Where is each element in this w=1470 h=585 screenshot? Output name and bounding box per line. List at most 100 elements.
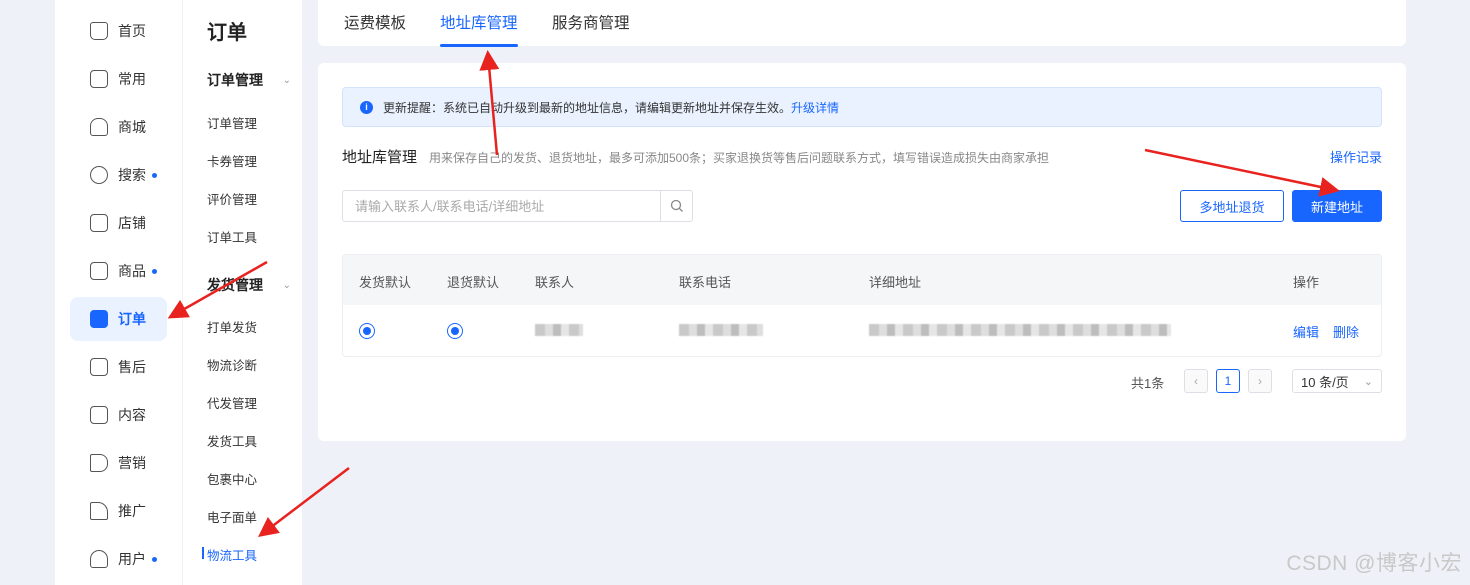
submenu-item[interactable]: 物流诊断 <box>207 355 257 374</box>
shop-icon <box>90 118 108 136</box>
nav-item-promotion[interactable]: 推广 <box>70 489 167 533</box>
watermark: CSDN @博客小宏 <box>1286 552 1462 575</box>
nav-item-label: 商品 <box>118 263 146 279</box>
next-page-button[interactable]: › <box>1248 369 1272 393</box>
upgrade-details-link[interactable]: 升级详情 <box>791 99 839 116</box>
search-button[interactable] <box>660 191 692 221</box>
submenu-group-shipping[interactable]: 发货管理 ⌄ <box>207 275 291 295</box>
main-nav: 首页 常用 商城 搜索 店铺 商品 订单 售后 内容 营销 推广 用户 <box>55 0 182 585</box>
nav-item-label: 店铺 <box>118 215 146 231</box>
nav-item-label: 内容 <box>118 407 146 423</box>
address-redacted <box>869 324 1171 336</box>
delete-link[interactable]: 删除 <box>1333 322 1359 341</box>
notice-text: 更新提醒：系统已自动升级到最新的地址信息，请编辑更新地址并保存生效。 <box>383 100 792 115</box>
address-search <box>342 190 693 222</box>
chevron-right-icon: › <box>1258 374 1262 388</box>
contact-redacted <box>535 324 583 336</box>
nav-item-home[interactable]: 首页 <box>70 9 167 53</box>
tab-bar: 运费模板 地址库管理 服务商管理 <box>318 0 1406 47</box>
order-icon <box>90 310 108 328</box>
nav-item-label: 售后 <box>118 359 146 375</box>
nav-item-store[interactable]: 店铺 <box>70 201 167 245</box>
tab-freight-template[interactable]: 运费模板 <box>344 11 406 33</box>
new-address-button[interactable]: 新建地址 <box>1292 190 1382 222</box>
submenu-item[interactable]: 订单工具 <box>207 227 257 246</box>
address-table: 发货默认 退货默认 联系人 联系电话 详细地址 操作 编辑 删除 <box>342 254 1382 357</box>
submenu-item[interactable]: 卡券管理 <box>207 151 257 170</box>
folder-icon <box>90 70 108 88</box>
multi-address-return-button[interactable]: 多地址退货 <box>1180 190 1284 222</box>
nav-item-label: 用户 <box>118 551 146 567</box>
tv-icon <box>90 406 108 424</box>
nav-item-goods[interactable]: 商品 <box>70 249 167 293</box>
update-notice: i 更新提醒：系统已自动升级到最新的地址信息，请编辑更新地址并保存生效。 升级详… <box>342 87 1382 127</box>
chevron-down-icon: ⌄ <box>1363 375 1373 388</box>
nav-item-after-sales[interactable]: 售后 <box>70 345 167 389</box>
submenu-item-logistics-tools[interactable]: 物流工具 <box>201 545 257 564</box>
nav-item-order[interactable]: 订单 <box>70 297 167 341</box>
bag-icon <box>90 262 108 280</box>
search-chart-icon <box>90 166 108 184</box>
submenu-item[interactable]: 发货工具 <box>207 431 257 450</box>
nav-item-user[interactable]: 用户 <box>70 537 167 581</box>
phone-redacted <box>679 324 763 336</box>
edit-link[interactable]: 编辑 <box>1293 322 1319 341</box>
user-icon <box>90 550 108 568</box>
nav-item-label: 搜索 <box>118 167 146 183</box>
column-header: 联系电话 <box>679 275 732 290</box>
column-header: 发货默认 <box>359 275 412 290</box>
search-icon <box>670 199 683 212</box>
submenu-item[interactable]: 订单管理 <box>207 113 257 132</box>
submenu-title: 订单 <box>207 22 247 44</box>
pagination-total: 共1条 <box>1131 376 1165 391</box>
column-header: 详细地址 <box>869 275 922 290</box>
tab-address-library[interactable]: 地址库管理 <box>440 11 518 47</box>
operation-log-link[interactable]: 操作记录 <box>1330 147 1382 166</box>
send-icon <box>90 502 108 520</box>
megaphone-icon <box>90 454 108 472</box>
new-dot <box>152 556 157 562</box>
nav-item-common[interactable]: 常用 <box>70 57 167 101</box>
return-default-radio[interactable] <box>447 323 463 339</box>
after-sales-icon <box>90 358 108 376</box>
new-dot <box>152 268 157 274</box>
info-icon: i <box>360 100 373 114</box>
nav-item-label: 首页 <box>118 23 146 39</box>
nav-item-marketing[interactable]: 营销 <box>70 441 167 485</box>
nav-item-content[interactable]: 内容 <box>70 393 167 437</box>
submenu-group-label: 订单管理 <box>207 72 263 88</box>
page-number[interactable]: 1 <box>1216 369 1240 393</box>
section-title: 地址库管理 <box>342 149 418 166</box>
submenu-group-label: 发货管理 <box>207 277 263 293</box>
page-size-value: 10 条/页 <box>1301 374 1349 390</box>
ship-default-radio[interactable] <box>359 323 375 339</box>
page-size-select[interactable]: 10 条/页 ⌄ <box>1292 369 1382 393</box>
nav-item-search[interactable]: 搜索 <box>70 153 167 197</box>
chevron-down-icon: ⌄ <box>282 279 291 291</box>
nav-item-label: 商城 <box>118 119 146 135</box>
section-description: 用来保存自己的发货、退货地址，最多可添加500条；买家退换货等售后问题联系方式，… <box>429 151 1050 165</box>
address-library-panel: i 更新提醒：系统已自动升级到最新的地址信息，请编辑更新地址并保存生效。 升级详… <box>318 63 1406 441</box>
home-icon <box>90 22 108 40</box>
nav-item-mall[interactable]: 商城 <box>70 105 167 149</box>
submenu-item[interactable]: 电子面单 <box>207 507 257 526</box>
submenu-item[interactable]: 打单发货 <box>207 317 257 336</box>
column-header: 联系人 <box>535 275 575 290</box>
new-dot <box>152 172 157 178</box>
nav-item-label: 常用 <box>118 71 146 87</box>
submenu-group-order[interactable]: 订单管理 ⌄ <box>207 70 291 90</box>
chevron-down-icon: ⌄ <box>282 74 291 86</box>
nav-item-label: 推广 <box>118 503 146 519</box>
order-submenu: 订单 订单管理 ⌄ 订单管理 卡券管理 评价管理 订单工具 发货管理 ⌄ 打单发… <box>182 0 302 585</box>
tab-service-provider[interactable]: 服务商管理 <box>552 11 630 33</box>
column-header: 退货默认 <box>447 275 500 290</box>
submenu-item[interactable]: 评价管理 <box>207 189 257 208</box>
search-input[interactable] <box>343 191 660 221</box>
column-header: 操作 <box>1293 275 1320 290</box>
store-icon <box>90 214 108 232</box>
prev-page-button[interactable]: ‹ <box>1184 369 1208 393</box>
nav-item-label: 营销 <box>118 455 146 471</box>
submenu-item[interactable]: 代发管理 <box>207 393 257 412</box>
nav-item-label: 订单 <box>118 311 146 327</box>
submenu-item[interactable]: 包裹中心 <box>207 469 257 488</box>
